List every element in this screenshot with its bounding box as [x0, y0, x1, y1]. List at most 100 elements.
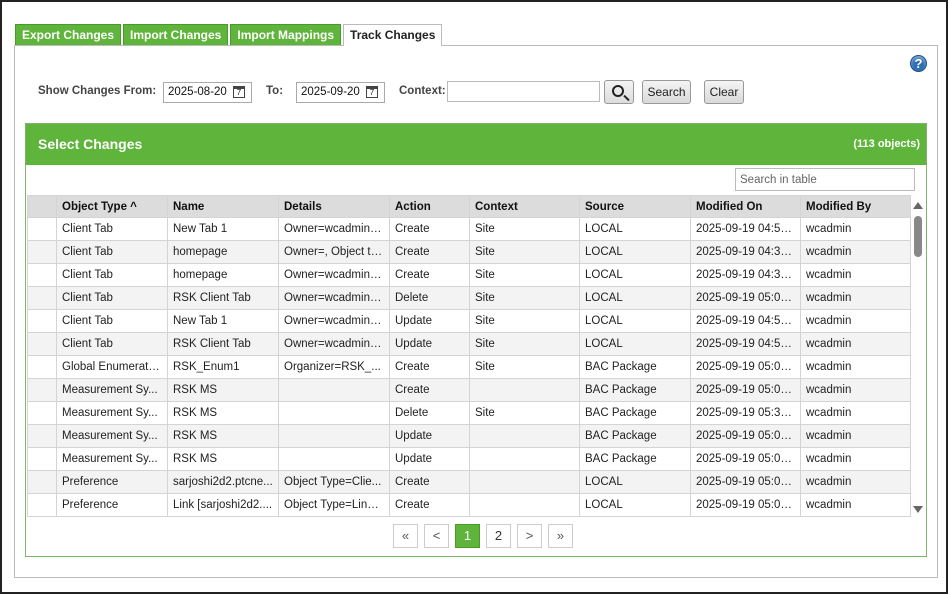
action-cell: Update: [389, 332, 470, 356]
select-changes-section: Select Changes (113 objects) Object Type…: [25, 123, 927, 557]
name-cell: RSK_Enum1: [167, 355, 279, 379]
column-header-name[interactable]: Name: [167, 195, 279, 218]
name-cell: homepage: [167, 240, 279, 264]
object-type-cell: Client Tab: [56, 240, 168, 264]
column-header-modified-on[interactable]: Modified On: [690, 195, 801, 218]
table-row[interactable]: Global Enumeration RSK_Enum1 Organizer=RSK…: [27, 355, 911, 379]
source-cell: LOCAL: [579, 493, 691, 517]
column-header-details[interactable]: Details: [278, 195, 390, 218]
section-header: Select Changes (113 objects): [26, 124, 926, 165]
pagination: « < 1 2 > »: [393, 524, 579, 548]
table-row[interactable]: Measurement Sy... RSK MS Create BAC Package…: [27, 378, 911, 402]
tab-import-mappings[interactable]: Import Mappings: [230, 24, 342, 45]
table-row[interactable]: Preference sarjoshi2d2.ptcne... Object Typ…: [27, 470, 911, 494]
changes-table: Object Type ^ Name Details Action Contex…: [27, 195, 911, 517]
table-scrollbar[interactable]: [912, 197, 924, 513]
modified-by-cell: wcadmin: [800, 309, 911, 333]
action-cell: Create: [389, 240, 470, 264]
column-header-source[interactable]: Source: [579, 195, 691, 218]
table-row[interactable]: Client Tab homepage Owner=, Object ty... Cr…: [27, 240, 911, 264]
select-cell[interactable]: [27, 447, 57, 471]
scroll-down-icon[interactable]: [913, 506, 923, 513]
table-row[interactable]: Client Tab RSK Client Tab Owner=wcadmin, .…: [27, 286, 911, 310]
table-search-input[interactable]: [735, 168, 915, 191]
first-page-button[interactable]: «: [393, 524, 418, 548]
calendar-icon[interactable]: 7: [366, 86, 378, 98]
tab-import-changes[interactable]: Import Changes: [123, 24, 229, 45]
scroll-up-icon[interactable]: [913, 202, 923, 209]
table-row[interactable]: Preference Link [sarjoshi2d2.... Object Ty…: [27, 493, 911, 517]
name-cell: Link [sarjoshi2d2....: [167, 493, 279, 517]
context-cell: Site: [469, 263, 580, 287]
modified-by-cell: wcadmin: [800, 240, 911, 264]
name-cell: RSK MS: [167, 401, 279, 425]
page-1-button[interactable]: 1: [455, 524, 480, 548]
select-cell[interactable]: [27, 355, 57, 379]
help-icon[interactable]: ?: [910, 55, 927, 72]
calendar-icon[interactable]: 7: [233, 86, 245, 98]
source-cell: BAC Package: [579, 424, 691, 448]
table-row[interactable]: Client Tab New Tab 1 Owner=wcadmin, ... Cre…: [27, 217, 911, 241]
object-type-cell: Client Tab: [56, 286, 168, 310]
previous-page-button[interactable]: <: [424, 524, 449, 548]
modified-on-cell: 2025-09-19 05:00...: [690, 493, 801, 517]
next-page-button[interactable]: >: [517, 524, 542, 548]
select-cell[interactable]: [27, 424, 57, 448]
source-cell: LOCAL: [579, 332, 691, 356]
table-row[interactable]: Measurement Sy... RSK MS Update BAC Package…: [27, 447, 911, 471]
modified-on-cell: 2025-09-19 05:00...: [690, 378, 801, 402]
column-header-select[interactable]: [27, 195, 57, 218]
source-cell: BAC Package: [579, 401, 691, 425]
context-cell: Site: [469, 240, 580, 264]
tab-track-changes[interactable]: Track Changes: [343, 24, 443, 46]
clear-button[interactable]: Clear: [704, 80, 744, 104]
select-cell[interactable]: [27, 470, 57, 494]
last-page-button[interactable]: »: [548, 524, 573, 548]
table-row[interactable]: Measurement Sy... RSK MS Delete Site BAC Pac…: [27, 401, 911, 425]
table-row[interactable]: Client Tab RSK Client Tab Owner=wcadmin, .…: [27, 332, 911, 356]
table-row[interactable]: Client Tab homepage Owner=wcadmin, ... Crea…: [27, 263, 911, 287]
select-cell[interactable]: [27, 217, 57, 241]
column-header-object-type[interactable]: Object Type ^: [56, 195, 168, 218]
object-type-cell: Preference: [56, 470, 168, 494]
select-cell[interactable]: [27, 332, 57, 356]
source-cell: LOCAL: [579, 217, 691, 241]
name-cell: RSK Client Tab: [167, 286, 279, 310]
table-row[interactable]: Measurement Sy... RSK MS Update BAC Package…: [27, 424, 911, 448]
object-type-cell: Measurement Sy...: [56, 424, 168, 448]
to-label: To:: [266, 85, 284, 97]
column-header-action[interactable]: Action: [389, 195, 470, 218]
name-cell: RSK MS: [167, 378, 279, 402]
modified-on-cell: 2025-09-19 04:34...: [690, 240, 801, 264]
table-header-row: Object Type ^ Name Details Action Contex…: [27, 195, 911, 218]
context-search-button[interactable]: [604, 80, 634, 104]
modified-on-cell: 2025-09-19 04:58...: [690, 309, 801, 333]
select-cell[interactable]: [27, 378, 57, 402]
modified-on-cell: 2025-09-19 04:34...: [690, 263, 801, 287]
tab-export-changes[interactable]: Export Changes: [15, 24, 122, 45]
to-date-field[interactable]: 2025-09-20 7: [296, 82, 385, 103]
select-cell[interactable]: [27, 286, 57, 310]
modified-on-cell: 2025-09-19 05:00...: [690, 470, 801, 494]
page-2-button[interactable]: 2: [486, 524, 511, 548]
column-header-context[interactable]: Context: [469, 195, 580, 218]
track-changes-panel: ? Show Changes From: 2025-08-20 7 To: 20…: [14, 45, 938, 578]
table-row[interactable]: Client Tab New Tab 1 Owner=wcadmin, ... Upd…: [27, 309, 911, 333]
object-type-cell: Measurement Sy...: [56, 401, 168, 425]
show-changes-from-label: Show Changes From:: [38, 85, 157, 97]
name-cell: sarjoshi2d2.ptcne...: [167, 470, 279, 494]
from-date-field[interactable]: 2025-08-20 7: [163, 82, 252, 103]
select-cell[interactable]: [27, 401, 57, 425]
select-cell[interactable]: [27, 263, 57, 287]
select-cell[interactable]: [27, 493, 57, 517]
object-type-cell: Client Tab: [56, 263, 168, 287]
table-body: Client Tab New Tab 1 Owner=wcadmin, ... Cre…: [27, 217, 911, 517]
select-cell[interactable]: [27, 240, 57, 264]
search-button[interactable]: Search: [642, 80, 691, 104]
action-cell: Create: [389, 470, 470, 494]
select-cell[interactable]: [27, 309, 57, 333]
column-header-modified-by[interactable]: Modified By: [800, 195, 911, 218]
action-cell: Update: [389, 447, 470, 471]
scroll-thumb[interactable]: [914, 216, 922, 257]
context-input[interactable]: [447, 81, 600, 102]
